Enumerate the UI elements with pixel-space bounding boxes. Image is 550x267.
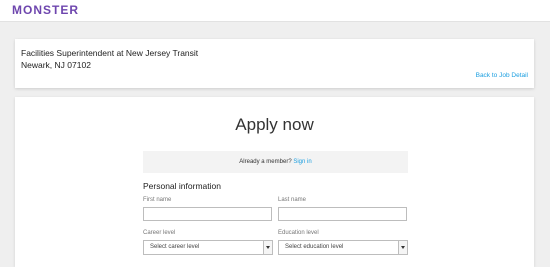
- sign-in-link[interactable]: Sign in: [293, 159, 311, 165]
- chevron-down-icon[interactable]: [398, 241, 407, 254]
- job-summary-card: Facilities Superintendent at New Jersey …: [15, 39, 534, 88]
- page-title: Apply now: [235, 115, 314, 134]
- member-sign-in-bar: Already a member? Sign in: [143, 151, 408, 173]
- education-level-label: Education level: [278, 230, 319, 236]
- job-title: Facilities Superintendent at New Jersey …: [21, 48, 199, 58]
- top-navigation-bar: MONSTER: [0, 0, 550, 22]
- chevron-down-icon[interactable]: [263, 241, 272, 254]
- first-name-label: First name: [143, 197, 172, 203]
- back-to-job-detail-link[interactable]: Back to Job Detail: [476, 72, 528, 79]
- last-name-field[interactable]: [278, 207, 407, 221]
- monster-logo[interactable]: MONSTER: [12, 3, 79, 17]
- education-level-selected-value: Select education level: [285, 244, 344, 250]
- first-name-field[interactable]: [143, 207, 272, 221]
- last-name-label: Last name: [278, 197, 307, 203]
- member-prompt-text: Already a member?: [239, 159, 292, 165]
- education-level-select[interactable]: Select education level: [278, 240, 408, 255]
- career-level-label: Career level: [143, 230, 176, 236]
- career-level-select[interactable]: Select career level: [143, 240, 273, 255]
- application-form-card: Apply now Already a member? Sign in Pers…: [15, 97, 534, 267]
- career-level-selected-value: Select career level: [150, 244, 200, 250]
- section-title-personal-information: Personal information: [143, 181, 221, 191]
- job-location: Newark, NJ 07102: [21, 60, 91, 70]
